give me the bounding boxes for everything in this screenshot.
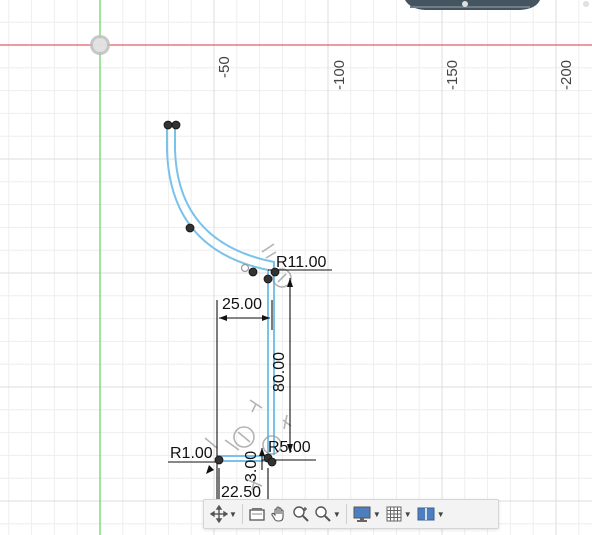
hollow-point[interactable] — [240, 263, 250, 273]
look-at-icon — [249, 508, 265, 521]
viewports-icon — [417, 507, 435, 521]
orbit-button[interactable]: ▼ — [210, 502, 237, 526]
chevron-down-icon: ▼ — [229, 509, 237, 519]
sketch-point[interactable] — [171, 120, 181, 130]
navigation-toolbar: ▼ ▼ ▼ ▼ ▼ — [203, 499, 499, 529]
display-settings-icon — [353, 506, 371, 522]
chevron-down-icon: ▼ — [332, 509, 341, 519]
sketch-point[interactable] — [248, 267, 258, 277]
toolbar-divider — [241, 504, 243, 524]
orbit-icon — [210, 505, 228, 523]
dim-radius-left[interactable]: R1.00 — [170, 445, 213, 462]
pan-button[interactable] — [270, 502, 288, 526]
viewports-button[interactable]: ▼ — [416, 502, 445, 526]
top-body-point — [462, 1, 468, 7]
chevron-down-icon: ▼ — [372, 509, 381, 519]
dim-radius-right[interactable]: R5.00 — [268, 439, 311, 456]
dim-width-top[interactable]: 25.00 — [222, 296, 262, 313]
zoom-button[interactable] — [292, 502, 310, 526]
sketch-profile[interactable] — [166, 125, 275, 462]
ruler-label-100: -100 — [331, 60, 348, 90]
chevron-down-icon: ▼ — [436, 509, 445, 519]
sketch-point[interactable] — [214, 455, 224, 465]
top-body-highlight — [410, 6, 530, 8]
dim-radius-top[interactable]: R11.00 — [276, 254, 327, 271]
chevron-down-icon: ▼ — [403, 509, 412, 519]
sketch-canvas[interactable]: -50 -100 -150 -200 R11.00 25.00 80.00 R1… — [0, 0, 592, 535]
display-settings-button[interactable]: ▼ — [352, 502, 381, 526]
sketch-point[interactable] — [270, 267, 280, 277]
sketch-point[interactable] — [185, 223, 195, 233]
grid-settings-icon — [386, 506, 402, 522]
origin-marker[interactable] — [90, 35, 110, 55]
look-at-button[interactable] — [248, 502, 266, 526]
ruler-label-50: -50 — [216, 56, 233, 78]
fit-zoom-icon — [315, 506, 331, 522]
dim-height-main[interactable]: 80.00 — [271, 352, 288, 392]
toolbar-divider — [345, 504, 347, 524]
sketch-point[interactable] — [163, 120, 173, 130]
top-body-shape — [405, 0, 540, 10]
dim-small-height[interactable]: 3.00 — [243, 451, 260, 482]
ruler-label-150: -150 — [444, 60, 461, 90]
corner-point — [583, 1, 589, 7]
sketch-point[interactable] — [263, 274, 273, 284]
sketch-point[interactable] — [267, 457, 277, 467]
zoom-icon — [293, 506, 309, 522]
sketch-points[interactable] — [163, 120, 280, 467]
grid-settings-button[interactable]: ▼ — [385, 502, 412, 526]
fit-zoom-button[interactable]: ▼ — [314, 502, 341, 526]
ruler-label-200: -200 — [558, 60, 575, 90]
pan-hand-icon — [271, 506, 284, 522]
